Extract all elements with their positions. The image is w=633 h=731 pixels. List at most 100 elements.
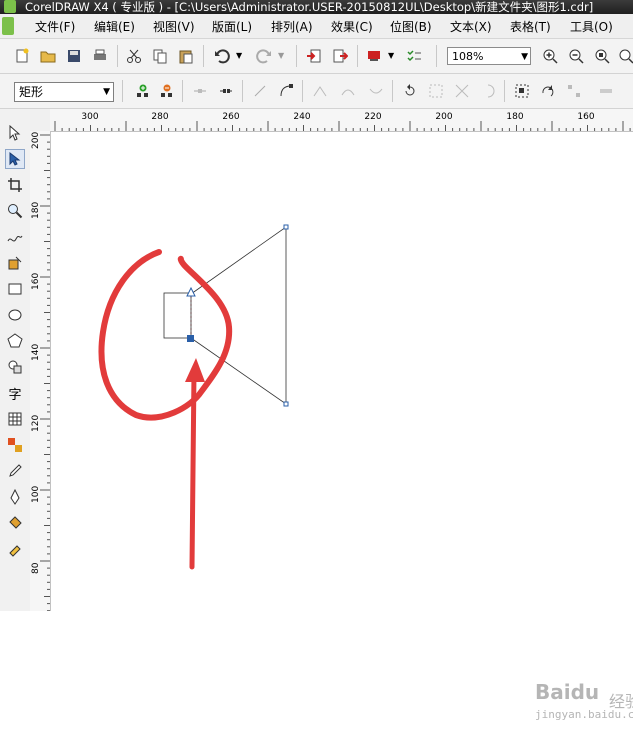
smart-fill-tool-icon[interactable] <box>5 253 25 273</box>
basic-shapes-tool-icon[interactable] <box>5 357 25 377</box>
open-folder-icon[interactable] <box>38 46 58 66</box>
ruler-label: 240 <box>293 112 311 122</box>
add-node-icon[interactable] <box>132 81 152 101</box>
separator <box>357 45 358 67</box>
menu-file[interactable]: 文件(F) <box>35 18 75 35</box>
extend-curve-icon[interactable] <box>426 81 446 101</box>
join-nodes-icon[interactable] <box>190 81 210 101</box>
ruler-label: 140 <box>31 343 41 361</box>
selected-node[interactable] <box>187 335 194 342</box>
redo-icon[interactable] <box>254 46 274 66</box>
new-document-icon[interactable] <box>12 46 32 66</box>
object-type-value: 矩形 <box>19 85 44 99</box>
watermark-brand: Baidu <box>535 680 600 704</box>
freehand-tool-icon[interactable] <box>5 227 25 247</box>
fill-tool-icon[interactable] <box>5 513 25 533</box>
separator <box>203 45 204 67</box>
text-tool-icon[interactable]: 字 <box>5 383 25 403</box>
import-icon[interactable] <box>304 46 324 66</box>
undo-icon[interactable] <box>212 46 232 66</box>
launcher-dropdown-icon[interactable]: ▼ <box>388 51 394 60</box>
zoom-out-icon[interactable] <box>566 46 586 66</box>
document-icon <box>2 17 14 35</box>
ruler-label: 220 <box>364 112 382 122</box>
annotation-arrow-head <box>185 358 205 382</box>
horizontal-ruler[interactable]: 300 280 260 240 220 200 180 160 <box>50 109 633 132</box>
ruler-label: 120 <box>31 414 41 432</box>
object-type-select[interactable]: 矩形 ▼ <box>14 82 114 102</box>
menu-effects[interactable]: 效果(C) <box>331 18 373 35</box>
drawing-layer <box>98 224 289 570</box>
separator <box>392 80 393 102</box>
export-icon[interactable] <box>330 46 350 66</box>
redo-dropdown-icon[interactable]: ▼ <box>278 51 284 60</box>
break-curve-icon[interactable] <box>216 81 236 101</box>
menu-edit[interactable]: 编辑(E) <box>94 18 135 35</box>
welcome-screen-icon[interactable] <box>404 46 424 66</box>
chevron-down-icon: ▼ <box>103 87 110 97</box>
trapezoid-shape[interactable] <box>190 226 287 405</box>
rectangle-tool-icon[interactable] <box>5 279 25 299</box>
delete-node-icon[interactable] <box>156 81 176 101</box>
menu-bitmaps[interactable]: 位图(B) <box>390 18 432 35</box>
copy-icon[interactable] <box>150 46 170 66</box>
reverse-direction-icon[interactable] <box>400 81 420 101</box>
standard-toolbar: ▼ ▼ ▼ 108% ▼ <box>0 39 633 74</box>
menu-bar: 文件(F) 编辑(E) 视图(V) 版面(L) 排列(A) 效果(C) 位图(B… <box>0 14 633 39</box>
separator <box>436 45 437 67</box>
outline-pen-tool-icon[interactable] <box>5 487 25 507</box>
ellipse-tool-icon[interactable] <box>5 305 25 325</box>
vertical-ruler[interactable]: 200 180 160 140 120 100 80 <box>30 131 51 611</box>
ruler-label: 80 <box>31 562 41 574</box>
paste-icon[interactable] <box>176 46 196 66</box>
annotation-arrow-shaft <box>189 369 197 570</box>
table-tool-icon[interactable] <box>5 409 25 429</box>
menu-text[interactable]: 文本(X) <box>450 18 492 35</box>
smooth-node-icon[interactable] <box>338 81 358 101</box>
shape-tool-icon[interactable] <box>5 149 25 169</box>
ruler-label: 100 <box>31 485 41 503</box>
menu-tools[interactable]: 工具(O) <box>570 18 613 35</box>
align-nodes-icon[interactable] <box>564 81 584 101</box>
menu-layout[interactable]: 版面(L) <box>212 18 252 35</box>
baidu-jingyan-watermark: Baidu 经验 jingyan.baidu.com <box>529 676 633 731</box>
zoom-in-icon[interactable] <box>540 46 560 66</box>
zoom-level-select[interactable]: 108% ▼ <box>447 47 531 65</box>
interactive-fill-tool-icon[interactable] <box>5 539 25 559</box>
menu-arrange[interactable]: 排列(A) <box>271 18 313 35</box>
symmetrical-node-icon[interactable] <box>366 81 386 101</box>
rotate-skew-nodes-icon[interactable] <box>538 81 558 101</box>
eyedropper-tool-icon[interactable] <box>5 461 25 481</box>
convert-to-line-icon[interactable] <box>250 81 270 101</box>
stretch-scale-nodes-icon[interactable] <box>512 81 532 101</box>
shape-node[interactable] <box>283 224 289 230</box>
window-title: CorelDRAW X4 ( 专业版 ) - [C:\Users\Adminis… <box>25 0 594 14</box>
application-launcher-icon[interactable] <box>364 46 384 66</box>
horizontal-ruler-ticks <box>54 121 631 131</box>
ruler-label: 260 <box>222 112 240 122</box>
interactive-blend-tool-icon[interactable] <box>5 435 25 455</box>
auto-close-icon[interactable] <box>478 81 498 101</box>
elastic-mode-icon[interactable] <box>596 81 616 101</box>
cut-icon[interactable] <box>124 46 144 66</box>
print-icon[interactable] <box>90 46 110 66</box>
drawing-canvas[interactable]: Baidu 经验 jingyan.baidu.com <box>51 132 633 721</box>
extract-subpath-icon[interactable] <box>452 81 472 101</box>
menu-view[interactable]: 视图(V) <box>153 18 195 35</box>
crop-tool-icon[interactable] <box>5 175 25 195</box>
pick-tool-icon[interactable] <box>5 123 25 143</box>
separator <box>242 80 243 102</box>
separator <box>296 45 297 67</box>
save-icon[interactable] <box>64 46 84 66</box>
undo-dropdown-icon[interactable]: ▼ <box>236 51 242 60</box>
shape-node[interactable] <box>283 401 289 407</box>
polygon-tool-icon[interactable] <box>5 331 25 351</box>
convert-to-curve-icon[interactable] <box>276 81 296 101</box>
zoom-to-page-icon[interactable] <box>592 46 612 66</box>
zoom-to-selected-icon[interactable] <box>616 46 633 66</box>
ruler-label: 180 <box>506 112 524 122</box>
cusp-node-icon[interactable] <box>310 81 330 101</box>
rectangle-shape[interactable] <box>163 292 192 339</box>
menu-table[interactable]: 表格(T) <box>510 18 551 35</box>
zoom-tool-icon[interactable] <box>5 201 25 221</box>
